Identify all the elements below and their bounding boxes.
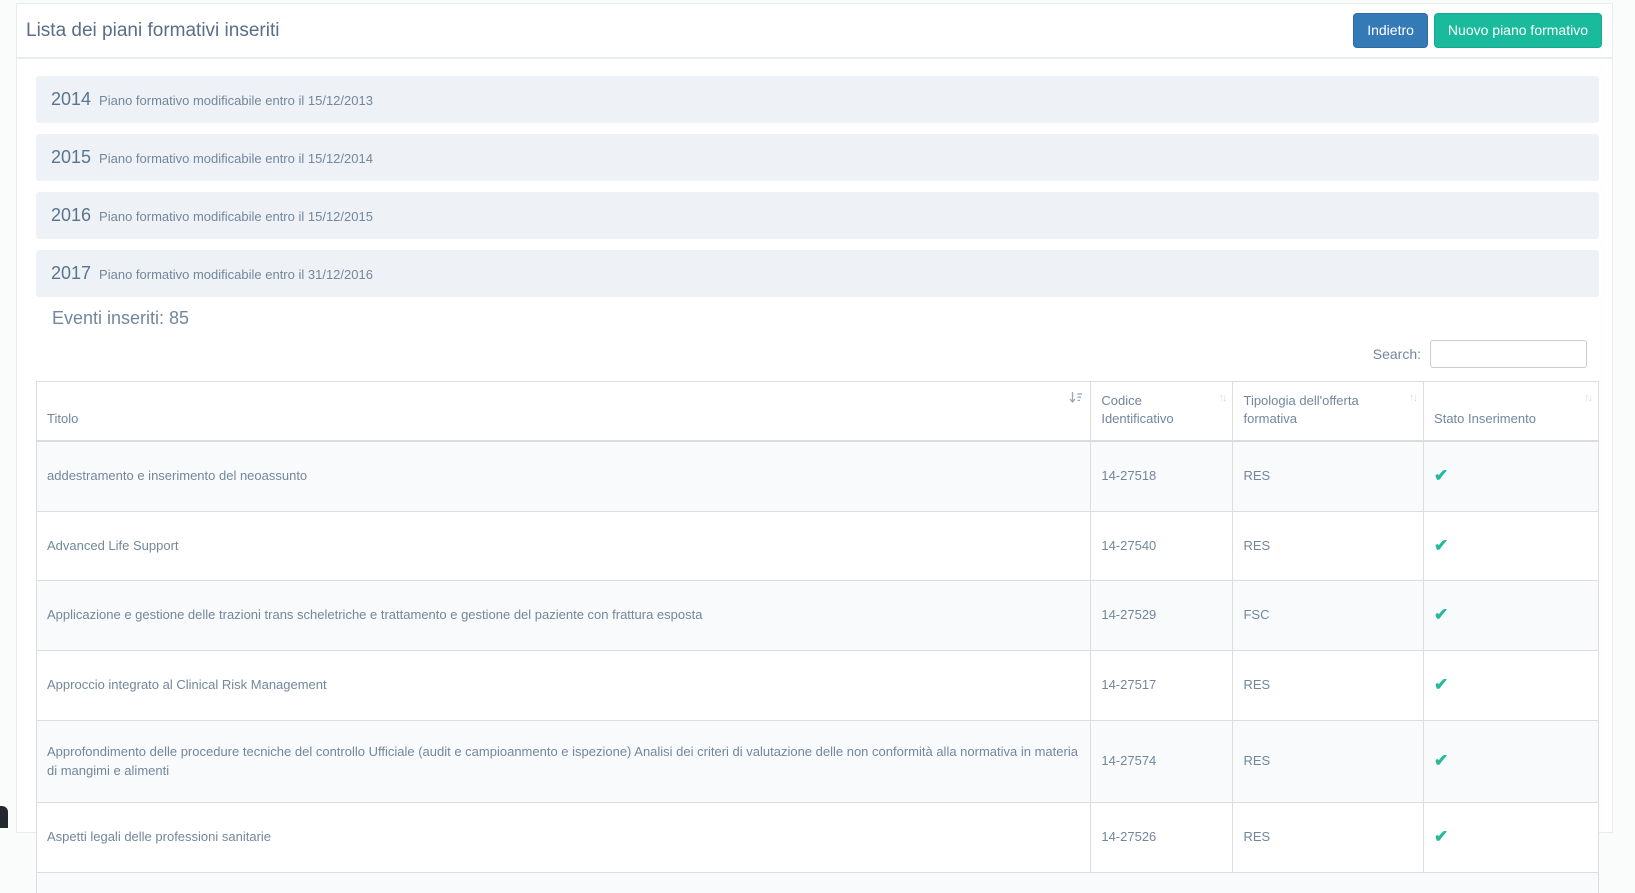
- table-row: Applicazione e gestione delle trazioni t…: [35, 580, 1599, 652]
- cell-tipologia: FSC: [1232, 580, 1425, 652]
- table-row: Aspetti legali delle professioni sanitar…: [35, 802, 1599, 873]
- page-header: Lista dei piani formativi inseriti Indie…: [17, 4, 1612, 59]
- search-input[interactable]: [1430, 340, 1587, 368]
- year-label: 2015: [51, 147, 92, 167]
- sort-icon: ↑↓: [1218, 392, 1227, 404]
- cell-stato: ✔: [1423, 580, 1599, 652]
- table-row: addestramento e inserimento del neoassun…: [35, 440, 1599, 512]
- year-note: Piano formativo modificabile entro il 15…: [99, 151, 373, 166]
- cell-tipologia: RES: [1232, 510, 1425, 582]
- year-note: Piano formativo modificabile entro il 15…: [99, 209, 373, 224]
- check-icon: ✔: [1434, 827, 1449, 847]
- new-plan-button[interactable]: Nuovo piano formativo: [1433, 13, 1602, 48]
- cell-titolo: Aspetti legali delle professioni sanitar…: [35, 802, 1092, 873]
- table-row: Approfondimento delle procedure tecniche…: [35, 719, 1599, 804]
- year-panel-2016[interactable]: 2016 Piano formativo modificabile entro …: [36, 192, 1599, 239]
- check-icon: ✔: [1434, 605, 1449, 625]
- cell-codice: 14-27574: [1090, 719, 1234, 804]
- year-panel-2017[interactable]: 2017 Piano formativo modificabile entro …: [36, 250, 1599, 297]
- cell-tipologia: RES: [1232, 802, 1425, 873]
- events-table: Titolo Codice Identificativo ↑↓ Tipologi…: [35, 381, 1599, 873]
- search-label: Search:: [1372, 346, 1421, 362]
- cell-stato: ✔: [1423, 802, 1599, 873]
- cell-codice: 14-27517: [1090, 650, 1234, 721]
- table-body: addestramento e inserimento del neoassun…: [35, 440, 1599, 873]
- events-count-title: Eventi inseriti: 85: [52, 308, 190, 328]
- content-card: Lista dei piani formativi inseriti Indie…: [16, 3, 1613, 893]
- check-icon: ✔: [1434, 675, 1449, 695]
- column-header-titolo[interactable]: Titolo: [35, 381, 1092, 443]
- cell-stato: ✔: [1423, 719, 1599, 804]
- cell-codice: 14-27529: [1090, 580, 1234, 652]
- cell-titolo: Approfondimento delle procedure tecniche…: [35, 719, 1092, 804]
- year-label: 2016: [51, 205, 92, 225]
- cell-stato: ✔: [1423, 510, 1599, 582]
- cell-titolo: Approccio integrato al Clinical Risk Man…: [35, 650, 1092, 721]
- cell-titolo: Advanced Life Support: [35, 510, 1092, 582]
- search-row: Search:: [36, 340, 1599, 368]
- column-header-tipologia[interactable]: Tipologia dell'offerta formativa ↑↓: [1232, 381, 1425, 443]
- year-label: 2017: [51, 263, 92, 283]
- cell-stato: ✔: [1423, 440, 1599, 512]
- year-panel-2015[interactable]: 2015 Piano formativo modificabile entro …: [36, 134, 1599, 181]
- card-body: 2014 Piano formativo modificabile entro …: [17, 59, 1612, 893]
- cell-codice: 14-27540: [1090, 510, 1234, 582]
- table-row: Advanced Life Support 14-27540 RES ✔: [35, 510, 1599, 582]
- dark-corner-element: [0, 806, 8, 828]
- check-icon: ✔: [1434, 466, 1449, 486]
- cell-tipologia: RES: [1232, 650, 1425, 721]
- column-header-codice[interactable]: Codice Identificativo ↑↓: [1090, 381, 1234, 443]
- header-buttons: Indietro Nuovo piano formativo: [1353, 13, 1602, 48]
- year-label: 2014: [51, 89, 92, 109]
- check-icon: ✔: [1434, 751, 1449, 771]
- year-note: Piano formativo modificabile entro il 31…: [99, 267, 373, 282]
- partial-next-row: [36, 872, 1599, 893]
- sort-asc-icon: [1069, 391, 1083, 404]
- back-button[interactable]: Indietro: [1353, 13, 1428, 48]
- cell-codice: 14-27518: [1090, 440, 1234, 512]
- cell-codice: 14-27526: [1090, 802, 1234, 873]
- cell-stato: ✔: [1423, 650, 1599, 721]
- page-title: Lista dei piani formativi inseriti: [26, 19, 280, 41]
- cell-tipologia: RES: [1232, 440, 1425, 512]
- cell-titolo: addestramento e inserimento del neoassun…: [35, 440, 1092, 512]
- cell-titolo: Applicazione e gestione delle trazioni t…: [35, 580, 1092, 652]
- sort-icon: ↑↓: [1584, 392, 1593, 404]
- check-icon: ✔: [1434, 535, 1449, 555]
- cell-tipologia: RES: [1232, 719, 1425, 804]
- table-row: Approccio integrato al Clinical Risk Man…: [35, 650, 1599, 721]
- year-panel-2014[interactable]: 2014 Piano formativo modificabile entro …: [36, 76, 1599, 123]
- table-header-row: Titolo Codice Identificativo ↑↓ Tipologi…: [35, 381, 1599, 443]
- year-note: Piano formativo modificabile entro il 15…: [99, 93, 373, 108]
- sort-icon: ↑↓: [1409, 392, 1418, 404]
- column-header-stato[interactable]: Stato Inserimento ↑↓: [1423, 381, 1599, 443]
